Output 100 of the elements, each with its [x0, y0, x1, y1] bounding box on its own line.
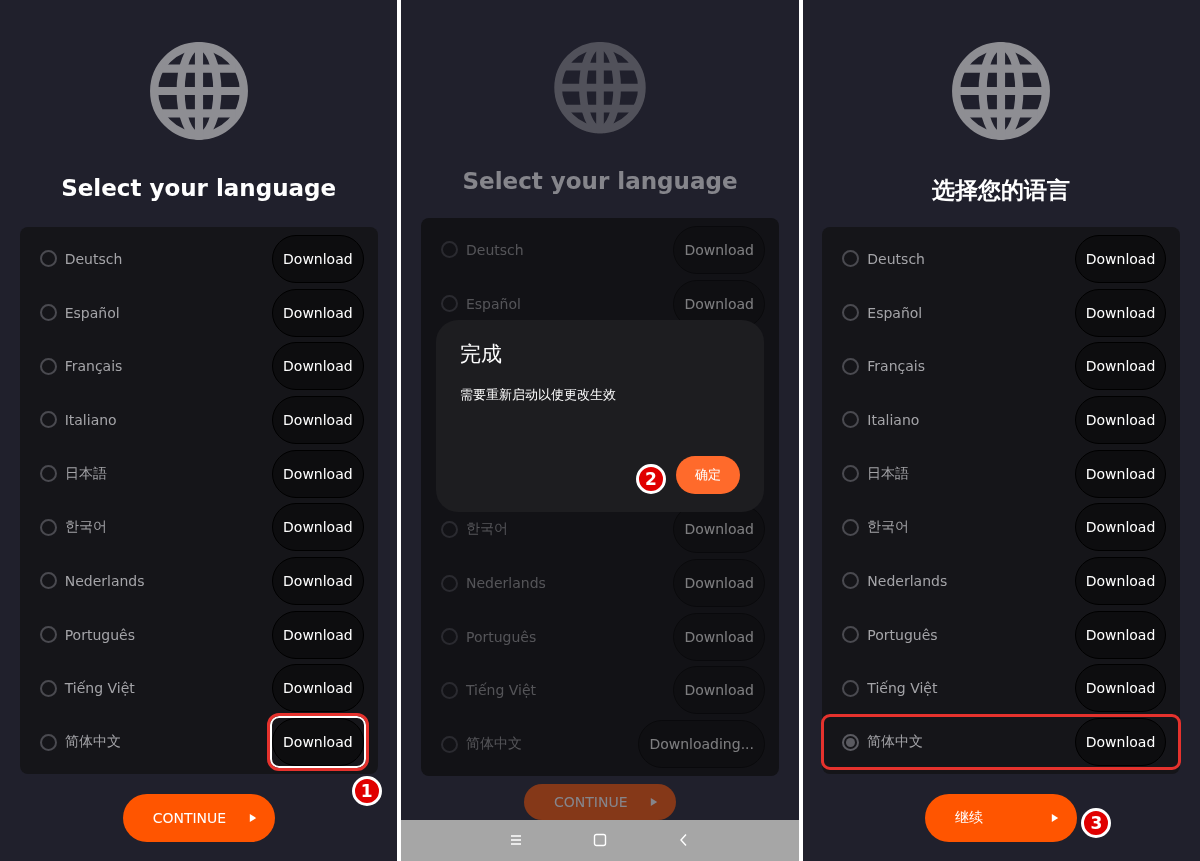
- download-button[interactable]: Download: [1074, 342, 1167, 391]
- language-row[interactable]: Deutsch Download: [822, 232, 1181, 286]
- download-button[interactable]: Download: [1074, 449, 1167, 498]
- language-row[interactable]: 简体中文 Download: [822, 715, 1181, 769]
- language-row[interactable]: 한국어 Download: [19, 500, 378, 555]
- download-button[interactable]: Download: [272, 718, 364, 767]
- language-row[interactable]: 한국어 Download: [421, 502, 779, 557]
- language-label: Deutsch: [867, 250, 926, 267]
- radio-button[interactable]: [842, 465, 860, 483]
- download-button[interactable]: Download: [1074, 395, 1167, 444]
- play-arrow-icon: [248, 812, 257, 823]
- download-button[interactable]: Download: [673, 559, 765, 607]
- download-button[interactable]: Download: [272, 342, 364, 391]
- language-row[interactable]: Nederlands Download: [19, 554, 378, 608]
- download-button[interactable]: Download: [673, 612, 765, 661]
- radio-button[interactable]: [842, 304, 860, 322]
- download-button[interactable]: Downloading...: [638, 720, 765, 769]
- language-row[interactable]: Español Download: [822, 285, 1181, 340]
- language-row[interactable]: Nederlands Download: [822, 554, 1181, 608]
- step-badge: 2: [636, 464, 666, 495]
- download-button[interactable]: Download: [673, 225, 765, 274]
- step-badge: 3: [1081, 807, 1112, 838]
- radio-button[interactable]: [39, 465, 57, 483]
- language-row[interactable]: Tiếng Việt Download: [19, 661, 378, 716]
- radio-button[interactable]: [842, 411, 860, 429]
- language-label: 한국어: [466, 520, 509, 539]
- radio-button[interactable]: [842, 679, 860, 697]
- radio-button[interactable]: [39, 572, 57, 590]
- download-button[interactable]: Download: [1074, 556, 1167, 605]
- radio-button[interactable]: [39, 411, 57, 429]
- download-button[interactable]: Download: [272, 664, 364, 713]
- download-button[interactable]: Download: [272, 610, 364, 659]
- language-row[interactable]: Italiano Download: [822, 393, 1181, 447]
- language-label: 한국어: [867, 518, 911, 537]
- language-row[interactable]: Português Download: [19, 607, 378, 662]
- language-row[interactable]: 简体中文 Downloading...: [421, 717, 779, 771]
- download-button[interactable]: Download: [272, 395, 364, 444]
- play-arrow-icon: [1051, 812, 1060, 823]
- language-row[interactable]: Português Download: [421, 609, 779, 664]
- language-label: Español: [64, 304, 121, 321]
- language-row[interactable]: Deutsch Download: [19, 232, 378, 286]
- language-row[interactable]: 日本語 Download: [19, 446, 378, 501]
- language-row[interactable]: Nederlands Download: [421, 556, 779, 610]
- language-row[interactable]: Tiếng Việt Download: [421, 663, 779, 718]
- language-label: Italiano: [867, 411, 921, 428]
- radio-button[interactable]: [842, 626, 860, 644]
- screen-title: Select your language: [462, 168, 738, 197]
- language-row[interactable]: 日本語 Download: [822, 446, 1181, 501]
- language-label: Tiếng Việt: [466, 682, 538, 699]
- language-label: Français: [64, 358, 124, 375]
- globe-icon: [147, 40, 250, 142]
- dialog-title: 完成: [460, 341, 503, 369]
- menu-icon[interactable]: [509, 833, 523, 848]
- home-icon[interactable]: [593, 833, 607, 848]
- language-label: 日本語: [867, 464, 911, 483]
- download-button[interactable]: Download: [1074, 288, 1167, 337]
- download-button[interactable]: Download: [1074, 664, 1167, 713]
- radio-button[interactable]: [842, 250, 860, 268]
- radio-button[interactable]: [39, 626, 57, 644]
- language-row[interactable]: Tiếng Việt Download: [822, 661, 1181, 716]
- language-row[interactable]: Português Download: [822, 607, 1181, 662]
- dialog-message: 需要重新启动以使更改生效: [460, 386, 617, 405]
- download-button[interactable]: Download: [1074, 503, 1167, 552]
- language-label: 한국어: [64, 518, 108, 537]
- language-row[interactable]: Italiano Download: [19, 393, 378, 447]
- language-label: Nederlands: [64, 572, 146, 589]
- download-button[interactable]: Download: [1074, 718, 1167, 767]
- radio-button[interactable]: [39, 304, 57, 322]
- download-button[interactable]: Download: [1074, 234, 1167, 283]
- download-button[interactable]: Download: [1074, 610, 1167, 659]
- language-label: Português: [64, 626, 136, 643]
- radio-button[interactable]: [842, 357, 860, 375]
- download-button[interactable]: Download: [272, 288, 364, 337]
- download-button[interactable]: Download: [272, 234, 364, 283]
- language-label: Français: [867, 358, 927, 375]
- radio-button[interactable]: [39, 357, 57, 375]
- download-button[interactable]: Download: [272, 449, 364, 498]
- download-button[interactable]: Download: [272, 503, 364, 552]
- language-row[interactable]: Français Download: [19, 339, 378, 394]
- language-row[interactable]: Español Download: [19, 285, 378, 340]
- language-label: 简体中文: [867, 733, 925, 752]
- radio-button[interactable]: [39, 733, 57, 751]
- language-label: Deutsch: [466, 241, 525, 258]
- language-label: Español: [867, 304, 924, 321]
- language-label: Italiano: [64, 411, 118, 428]
- radio-button[interactable]: [842, 518, 860, 536]
- language-row[interactable]: Français Download: [822, 339, 1181, 394]
- language-label: Tiếng Việt: [64, 680, 136, 697]
- download-button[interactable]: Download: [272, 556, 364, 605]
- language-row[interactable]: Deutsch Download: [421, 223, 779, 277]
- language-label: 简体中文: [466, 735, 523, 754]
- download-button[interactable]: Download: [673, 666, 765, 715]
- radio-button[interactable]: [842, 572, 860, 590]
- radio-button[interactable]: [39, 250, 57, 268]
- language-label: 日本語: [64, 464, 108, 483]
- language-label: Tiếng Việt: [867, 680, 939, 697]
- language-row[interactable]: 한국어 Download: [822, 500, 1181, 555]
- radio-button[interactable]: [842, 733, 860, 751]
- radio-button[interactable]: [39, 518, 57, 536]
- radio-button[interactable]: [39, 679, 57, 697]
